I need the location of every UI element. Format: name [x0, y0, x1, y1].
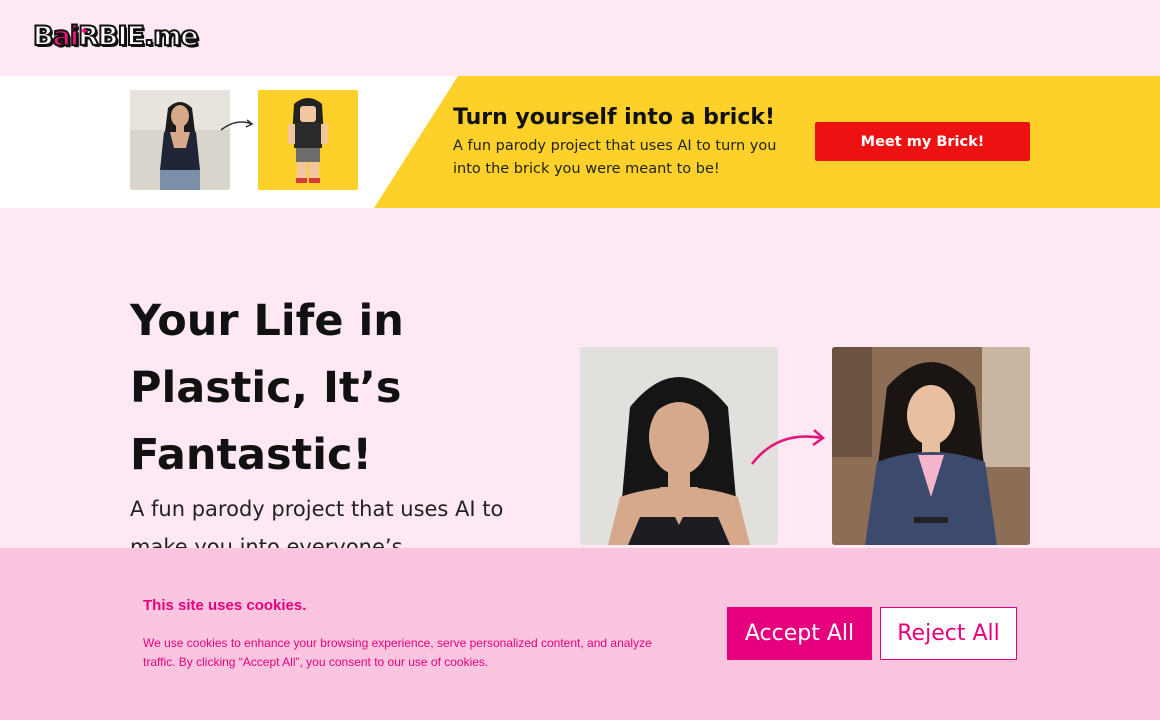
logo-rest: RBIE.me [77, 21, 200, 53]
reject-all-button[interactable]: Reject All [880, 607, 1017, 660]
banner-description: A fun parody project that uses AI to tur… [453, 138, 777, 177]
sparkle-icon: ✦ [79, 24, 89, 38]
hero-doll-image [832, 347, 1030, 545]
banner-original-photo [130, 90, 230, 190]
cookie-description: We use cookies to enhance your browsing … [143, 636, 652, 669]
meet-my-brick-button[interactable]: Meet my Brick! [815, 122, 1030, 161]
site-header: B ai RBIE.me ✦ [0, 0, 1160, 76]
banner-title: Turn yourself into a brick! [453, 105, 776, 130]
logo-ai: ai [52, 21, 81, 53]
hero-title: Your Life in Plastic, It’s Fantastic! [130, 296, 404, 480]
logo-letter-b: B [32, 21, 55, 53]
arrow-icon [220, 119, 254, 131]
brick-promo-banner: Turn yourself into a brick! A fun parody… [0, 76, 1160, 208]
cookie-consent-banner: This site uses cookies. We use cookies t… [0, 548, 1160, 720]
cookie-title: This site uses cookies. [143, 597, 307, 614]
transform-arrow-icon [751, 429, 826, 465]
banner-brick-figure [258, 90, 358, 190]
bairbie-logo[interactable]: B ai RBIE.me ✦ [32, 21, 200, 53]
accept-all-button[interactable]: Accept All [727, 607, 872, 660]
